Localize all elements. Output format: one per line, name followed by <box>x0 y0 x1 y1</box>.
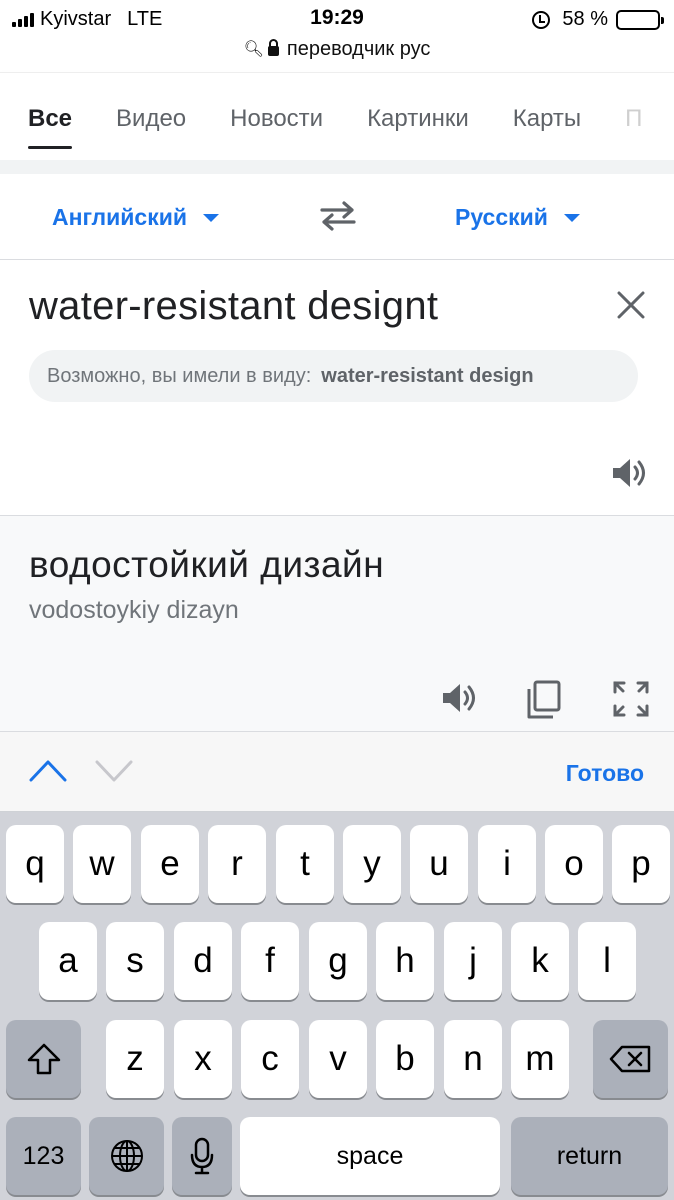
key-z[interactable]: z <box>106 1020 164 1098</box>
key-q[interactable]: q <box>6 825 64 903</box>
key-d[interactable]: d <box>174 922 232 1000</box>
target-language-label: Русский <box>455 204 548 230</box>
key-i[interactable]: i <box>478 825 536 903</box>
done-button[interactable]: Готово <box>566 760 644 787</box>
key-e[interactable]: e <box>141 825 199 903</box>
chevron-down-icon[interactable] <box>95 756 133 784</box>
swap-languages-icon[interactable] <box>318 200 358 232</box>
key-w[interactable]: w <box>73 825 131 903</box>
key-n[interactable]: n <box>444 1020 502 1098</box>
keyboard: 123 space return qwertyuiop asdfghjkl zxcv… <box>0 812 674 1200</box>
globe-key[interactable] <box>89 1117 164 1195</box>
language-selector-row: Английский Русский <box>0 174 674 260</box>
key-a[interactable]: a <box>39 922 97 1000</box>
key-l[interactable]: l <box>578 922 636 1000</box>
tab-maps[interactable]: Карты <box>513 105 581 133</box>
microphone-key[interactable] <box>172 1117 232 1195</box>
did-you-mean-prefix: Возможно, вы имели в виду: <box>47 364 312 387</box>
key-p[interactable]: p <box>612 825 670 903</box>
status-right: 58 % <box>532 8 664 31</box>
tab-all[interactable]: Все <box>28 105 73 149</box>
status-bar: Kyivstar LTE 19:29 58 % <box>0 0 674 36</box>
url-bar[interactable]: 🔍︎ переводчик рус <box>0 36 674 62</box>
return-key[interactable]: return <box>511 1117 668 1195</box>
key-t[interactable]: t <box>276 825 334 903</box>
transliteration-text: vodostoykiy dizayn <box>29 596 239 624</box>
did-you-mean-chip[interactable]: Возможно, вы имели в виду: water-resista… <box>29 350 638 402</box>
keyboard-accessory-bar: Готово <box>0 732 674 812</box>
translation-text: водостойкий дизайн <box>29 544 385 585</box>
globe-icon <box>110 1140 143 1172</box>
source-language-dropdown[interactable]: Английский <box>52 204 219 231</box>
space-key[interactable]: space <box>240 1117 500 1195</box>
backspace-icon <box>609 1045 650 1073</box>
tab-news[interactable]: Новости <box>230 105 323 133</box>
target-language-dropdown[interactable]: Русский <box>455 204 580 231</box>
source-language-label: Английский <box>52 204 187 230</box>
alarm-icon <box>532 10 551 29</box>
numbers-key[interactable]: 123 <box>6 1117 81 1195</box>
copy-icon[interactable] <box>526 680 562 720</box>
key-c[interactable]: c <box>241 1020 299 1098</box>
key-y[interactable]: y <box>343 825 401 903</box>
url-text[interactable]: переводчик рус <box>287 38 431 61</box>
tab-video[interactable]: Видео <box>116 105 186 133</box>
caret-down-icon <box>563 213 580 222</box>
microphone-icon <box>190 1137 214 1175</box>
search-tabs-bar: Все Видео Новости Картинки Карты П <box>0 72 674 160</box>
search-icon: 🔍︎ <box>243 41 264 58</box>
search-tabs: Все Видео Новости Картинки Карты П <box>28 105 674 149</box>
shift-key[interactable] <box>6 1020 81 1098</box>
key-u[interactable]: u <box>410 825 468 903</box>
speaker-icon[interactable] <box>440 680 480 716</box>
source-text-input[interactable]: water-resistant designt <box>29 284 438 329</box>
key-g[interactable]: g <box>309 922 367 1000</box>
key-j[interactable]: j <box>444 922 502 1000</box>
fullscreen-icon[interactable] <box>612 680 650 718</box>
key-r[interactable]: r <box>208 825 266 903</box>
lock-icon <box>267 39 279 56</box>
key-v[interactable]: v <box>309 1020 367 1098</box>
caret-down-icon <box>202 213 219 222</box>
key-o[interactable]: o <box>545 825 603 903</box>
shift-icon <box>27 1043 60 1075</box>
key-s[interactable]: s <box>106 922 164 1000</box>
key-m[interactable]: m <box>511 1020 569 1098</box>
battery-percent: 58 % <box>562 8 608 30</box>
chevron-up-icon[interactable] <box>29 756 67 784</box>
speaker-icon[interactable] <box>610 456 650 490</box>
did-you-mean-suggestion[interactable]: water-resistant design <box>321 365 533 388</box>
close-icon[interactable] <box>614 288 648 322</box>
key-f[interactable]: f <box>241 922 299 1000</box>
key-b[interactable]: b <box>376 1020 434 1098</box>
key-x[interactable]: x <box>174 1020 232 1098</box>
battery-icon <box>616 9 664 30</box>
backspace-key[interactable] <box>593 1020 668 1098</box>
tab-more[interactable]: П <box>625 105 642 133</box>
translation-result-panel: водостойкий дизайн vodostoykiy dizayn <box>0 516 674 732</box>
tab-images[interactable]: Картинки <box>367 105 469 133</box>
key-k[interactable]: k <box>511 922 569 1000</box>
key-h[interactable]: h <box>376 922 434 1000</box>
section-divider <box>0 160 674 174</box>
source-text-panel: water-resistant designt Возможно, вы име… <box>0 260 674 516</box>
